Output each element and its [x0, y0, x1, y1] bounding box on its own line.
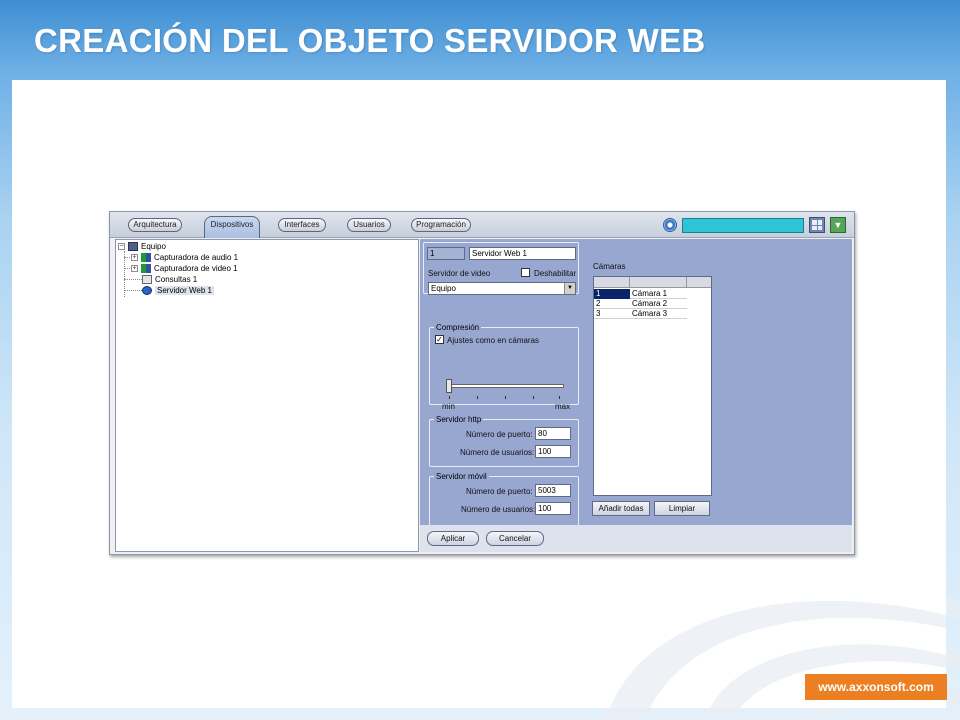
camera-settings-label: Ajustes como en cámaras	[447, 336, 540, 345]
http-port-label: Número de puerto:	[466, 430, 533, 439]
object-name-field[interactable]: Servidor Web 1	[469, 247, 576, 260]
tree-item-root[interactable]: − Equipo	[118, 241, 166, 252]
query-icon	[142, 275, 152, 284]
clear-cameras-button[interactable]: Limpiar	[654, 501, 710, 516]
tree-item-label: Consultas 1	[155, 275, 198, 284]
device-tree: − Equipo + Capturadora de audio 1 + Capt…	[115, 239, 419, 552]
mobile-port-field[interactable]: 5003	[535, 484, 571, 497]
http-port-field[interactable]: 80	[535, 427, 571, 440]
slide-title: CREACIÓN DEL OBJETO SERVIDOR WEB	[34, 22, 706, 59]
mobile-users-label: Número de usuarios:	[461, 505, 536, 514]
object-id-field[interactable]: 1	[427, 247, 465, 260]
compression-slider-thumb[interactable]	[446, 379, 452, 393]
slider-max-label: max	[555, 402, 571, 411]
camera-settings-checkbox[interactable]: ✓	[435, 335, 444, 344]
video-capture-icon	[141, 264, 151, 273]
video-server-value: Equipo	[431, 284, 456, 293]
main-toolbar: Arquitectura Dispositivos Interfaces Usu…	[110, 212, 854, 238]
camera-name: Cámara 3	[632, 309, 668, 318]
tab-interfaces[interactable]: Interfaces	[278, 218, 326, 232]
tree-item-label: Equipo	[141, 242, 166, 251]
http-users-field[interactable]: 100	[535, 445, 571, 458]
table-row[interactable]: 2 Cámara 2	[594, 299, 687, 309]
action-bar: Aplicar Cancelar	[420, 525, 852, 552]
mobile-port-label: Número de puerto:	[466, 487, 533, 496]
camera-name: Cámara 2	[632, 299, 668, 308]
eye-icon[interactable]	[663, 218, 677, 232]
tree-item-audio[interactable]: + Capturadora de audio 1	[131, 252, 238, 263]
tree-item-video[interactable]: + Capturadora de video 1	[131, 263, 238, 274]
table-row[interactable]: 1 Cámara 1	[594, 289, 687, 299]
tree-item-label: Capturadora de audio 1	[154, 253, 239, 262]
slider-min-label: min	[442, 402, 455, 411]
chevron-down-icon[interactable]: ▼	[830, 217, 846, 233]
audio-capture-icon	[141, 253, 151, 262]
search-input[interactable]	[682, 218, 804, 233]
table-header	[594, 277, 711, 288]
video-server-label: Servidor de video	[428, 269, 491, 278]
cancel-button[interactable]: Cancelar	[486, 531, 544, 546]
disable-label: Deshabilitar	[534, 269, 577, 278]
apply-button[interactable]: Aplicar	[427, 531, 479, 546]
http-server-legend: Servidor http	[434, 415, 484, 424]
tree-item-queries[interactable]: Consultas 1	[142, 274, 197, 285]
compression-slider-track[interactable]	[446, 384, 564, 388]
disable-checkbox[interactable]	[521, 268, 530, 277]
tree-item-label: Servidor Web 1	[155, 286, 214, 295]
http-users-label: Número de usuarios:	[460, 448, 535, 457]
expand-icon[interactable]: +	[131, 265, 138, 272]
cameras-label: Cámaras	[593, 262, 626, 271]
tab-programacion[interactable]: Programación	[411, 218, 471, 232]
layout-grid-button[interactable]	[809, 217, 825, 233]
mobile-users-field[interactable]: 100	[535, 502, 571, 515]
mobile-server-legend: Servidor móvil	[434, 472, 489, 481]
dropdown-arrow-icon[interactable]: ▼	[564, 283, 575, 294]
table-row[interactable]: 3 Cámara 3	[594, 309, 687, 319]
tab-usuarios[interactable]: Usuarios	[347, 218, 391, 232]
video-server-select[interactable]: Equipo ▼	[428, 282, 576, 295]
collapse-icon[interactable]: −	[118, 243, 125, 250]
compression-legend: Compresión	[434, 323, 482, 332]
camera-name: Cámara 1	[632, 289, 668, 298]
tab-arquitectura[interactable]: Arquitectura	[128, 218, 182, 232]
application-window: Arquitectura Dispositivos Interfaces Usu…	[109, 211, 855, 555]
add-all-cameras-button[interactable]: Añadir todas	[592, 501, 650, 516]
settings-panel: 1 Servidor Web 1 Servidor de video Desha…	[420, 239, 852, 526]
web-server-icon	[142, 286, 152, 295]
camera-number: 3	[596, 309, 601, 318]
camera-number: 1	[596, 289, 601, 298]
camera-number: 2	[596, 299, 601, 308]
tab-dispositivos[interactable]: Dispositivos	[204, 216, 260, 238]
tree-item-label: Capturadora de video 1	[154, 264, 238, 273]
computer-icon	[128, 242, 138, 251]
expand-icon[interactable]: +	[131, 254, 138, 261]
cameras-table[interactable]: 1 Cámara 1 2 Cámara 2 3 Cámara 3	[593, 276, 712, 496]
website-badge[interactable]: www.axxonsoft.com	[805, 674, 947, 700]
tree-item-web-server[interactable]: Servidor Web 1	[142, 285, 214, 296]
